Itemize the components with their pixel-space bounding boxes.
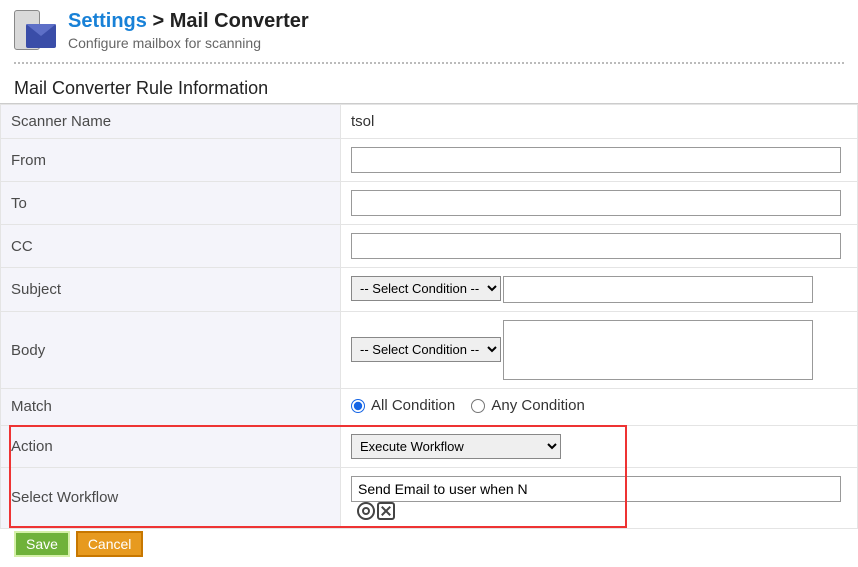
action-select[interactable]: Execute Workflow xyxy=(351,434,561,459)
clear-icon[interactable] xyxy=(377,502,395,520)
lookup-icon[interactable] xyxy=(357,502,375,520)
save-button[interactable]: Save xyxy=(14,531,70,557)
label-match: Match xyxy=(1,389,341,426)
label-from: From xyxy=(1,139,341,182)
match-any-radio-wrap[interactable]: Any Condition xyxy=(471,397,584,414)
value-scanner-name: tsol xyxy=(341,105,858,139)
breadcrumb-settings-link[interactable]: Settings xyxy=(68,10,147,32)
breadcrumb: Settings > Mail Converter xyxy=(68,10,309,33)
match-any-radio[interactable] xyxy=(471,399,485,413)
row-match: Match All Condition Any Condition xyxy=(1,389,858,426)
subject-value-input[interactable] xyxy=(503,276,813,303)
row-scanner-name: Scanner Name tsol xyxy=(1,105,858,139)
label-cc: CC xyxy=(1,225,341,268)
subject-condition-select[interactable]: -- Select Condition -- xyxy=(351,276,501,301)
match-all-radio-wrap[interactable]: All Condition xyxy=(351,397,455,414)
row-subject: Subject -- Select Condition -- xyxy=(1,268,858,312)
form-table: Scanner Name tsol From To CC Subject -- … xyxy=(0,104,858,529)
label-scanner-name: Scanner Name xyxy=(1,105,341,139)
cancel-button[interactable]: Cancel xyxy=(76,531,144,557)
row-from: From xyxy=(1,139,858,182)
body-value-input[interactable] xyxy=(503,320,813,380)
match-all-radio[interactable] xyxy=(351,399,365,413)
page-header: Settings > Mail Converter Configure mail… xyxy=(0,0,858,62)
button-bar: Save Cancel xyxy=(0,529,858,567)
breadcrumb-separator: > xyxy=(147,10,170,32)
row-to: To xyxy=(1,182,858,225)
body-condition-select[interactable]: -- Select Condition -- xyxy=(351,337,501,362)
workflow-input[interactable] xyxy=(351,476,841,502)
mail-server-icon xyxy=(14,10,58,54)
page-subtitle: Configure mailbox for scanning xyxy=(68,35,309,51)
label-action: Action xyxy=(1,425,341,467)
section-title: Mail Converter Rule Information xyxy=(0,78,858,104)
divider-dotted xyxy=(14,62,844,64)
from-input[interactable] xyxy=(351,147,841,173)
label-to: To xyxy=(1,182,341,225)
label-subject: Subject xyxy=(1,268,341,312)
row-cc: CC xyxy=(1,225,858,268)
breadcrumb-current: Mail Converter xyxy=(170,10,309,32)
row-select-workflow: Select Workflow xyxy=(1,467,858,528)
cc-input[interactable] xyxy=(351,233,841,259)
label-body: Body xyxy=(1,312,341,389)
row-body: Body -- Select Condition -- xyxy=(1,312,858,389)
label-select-workflow: Select Workflow xyxy=(1,467,341,528)
row-action: Action Execute Workflow xyxy=(1,425,858,467)
match-all-label: All Condition xyxy=(371,397,455,414)
to-input[interactable] xyxy=(351,190,841,216)
match-any-label: Any Condition xyxy=(491,397,584,414)
